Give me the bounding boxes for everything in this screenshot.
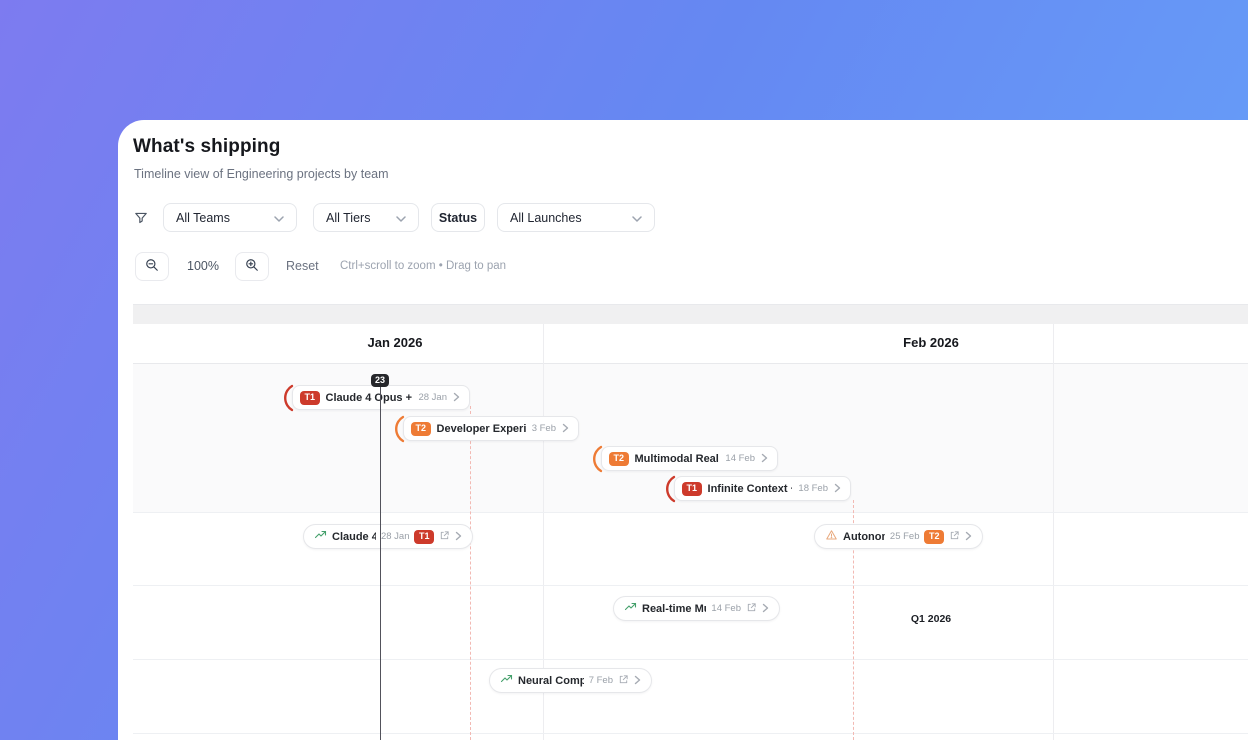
zoom-in-button[interactable] — [235, 252, 269, 281]
launch-title: Neural Computer... — [518, 674, 584, 687]
filter-funnel-icon — [134, 210, 148, 230]
warning-icon — [825, 528, 838, 546]
month-label: Jan 2026 — [367, 335, 423, 350]
trend-up-icon — [500, 672, 513, 690]
bar-title: Developer Experie... — [436, 422, 526, 435]
zoom-level-value: 100% — [187, 259, 219, 273]
today-marker-line — [379, 385, 381, 740]
row-divider — [133, 512, 1248, 513]
tier-badge: T2 — [411, 421, 431, 436]
quarter-label: Q1 2026 — [910, 613, 952, 625]
external-link-icon — [439, 528, 450, 546]
teams-filter-value: All Teams — [176, 210, 230, 225]
zoom-out-button[interactable] — [135, 252, 169, 281]
tier-badge: T1 — [682, 481, 702, 496]
month-gridline — [1053, 324, 1054, 740]
page-subtitle: Timeline view of Engineering projects by… — [134, 167, 389, 181]
month-row: Jan 2026 Feb 2026 — [133, 324, 1248, 364]
main-card: What's shipping Timeline view of Enginee… — [118, 120, 1248, 740]
tier-badge: T2 — [924, 529, 944, 544]
row-divider — [133, 659, 1248, 660]
month-label: Feb 2026 — [903, 335, 959, 350]
launches-filter-value: All Launches — [510, 210, 582, 225]
bar-date: 3 Feb — [531, 423, 556, 434]
bar-title: Multimodal Real-t... — [634, 452, 720, 465]
timeline-bar[interactable]: T2 Developer Experie... 3 Feb — [395, 415, 579, 443]
chevron-right-icon — [453, 389, 460, 407]
chevron-right-icon — [455, 528, 462, 546]
chevron-right-icon — [562, 420, 569, 438]
chevron-down-icon — [632, 209, 642, 227]
bar-title: Claude 4 Opus + ... — [325, 391, 413, 404]
trend-up-icon — [314, 528, 327, 546]
launch-title: Autonomo... — [843, 530, 885, 543]
tier-badge: T1 — [300, 390, 320, 405]
trend-up-icon — [624, 600, 637, 618]
reset-zoom-button[interactable]: Reset — [286, 259, 319, 273]
chevron-right-icon — [834, 480, 841, 498]
launch-date: 7 Feb — [588, 675, 613, 686]
bar-start-arc-icon — [593, 445, 603, 473]
page-title: What's shipping — [133, 136, 281, 157]
chevron-right-icon — [634, 672, 641, 690]
timeline-bar[interactable]: T2 Multimodal Real-t... 14 Feb — [593, 445, 778, 473]
zoom-out-icon — [145, 258, 159, 275]
chevron-down-icon — [396, 209, 406, 227]
external-link-icon — [746, 600, 757, 618]
tiers-filter-value: All Tiers — [326, 210, 371, 225]
bar-start-arc-icon — [666, 475, 676, 503]
bar-start-arc-icon — [284, 384, 294, 412]
today-marker-badge: 23 — [370, 374, 390, 387]
bar-start-arc-icon — [395, 415, 405, 443]
teams-filter-dropdown[interactable]: All Teams — [163, 203, 297, 232]
tier-badge: T2 — [609, 451, 629, 466]
chevron-right-icon — [761, 450, 768, 468]
launch-pill[interactable]: Claude 4 ... 28 Jan T1 — [303, 524, 473, 549]
timeline-bar[interactable]: T1 Claude 4 Opus + ... 28 Jan — [284, 384, 470, 412]
bar-date: 14 Feb — [725, 453, 755, 464]
tiers-filter-dropdown[interactable]: All Tiers — [313, 203, 419, 232]
row-divider — [133, 733, 1248, 734]
launch-title: Claude 4 ... — [332, 530, 376, 543]
timeline-canvas: What's shipping Timeline view of Enginee… — [118, 120, 1248, 740]
launch-date: 14 Feb — [711, 603, 741, 614]
launch-date: 28 Jan — [380, 531, 410, 542]
chevron-right-icon — [965, 528, 972, 546]
row-divider — [133, 585, 1248, 586]
external-link-icon — [949, 528, 960, 546]
chevron-down-icon — [274, 209, 284, 227]
timeline-bar[interactable]: T1 Infinite Context + ... 18 Feb — [666, 475, 851, 503]
external-link-icon — [618, 672, 629, 690]
launch-pill[interactable]: Neural Computer... 7 Feb — [489, 668, 652, 693]
zoom-in-icon — [245, 258, 259, 275]
quarter-band: Q1 2026 — [133, 304, 1248, 625]
bar-date: 28 Jan — [418, 392, 447, 403]
chevron-right-icon — [762, 600, 769, 618]
launch-date: 25 Feb — [889, 531, 920, 542]
launch-pill[interactable]: Autonomo... 25 Feb T2 — [814, 524, 983, 549]
milestone-date-line — [470, 406, 471, 740]
launch-pill[interactable]: Real-time Multi... 14 Feb — [613, 596, 780, 621]
bar-date: 18 Feb — [798, 483, 828, 494]
launch-title: Real-time Multi... — [642, 602, 706, 615]
pan-zoom-hint: Ctrl+scroll to zoom • Drag to pan — [340, 260, 507, 272]
bar-title: Infinite Context + ... — [707, 482, 793, 495]
launches-filter-dropdown[interactable]: All Launches — [497, 203, 655, 232]
status-filter-button[interactable]: Status — [431, 203, 485, 232]
tier-badge: T1 — [414, 529, 434, 544]
